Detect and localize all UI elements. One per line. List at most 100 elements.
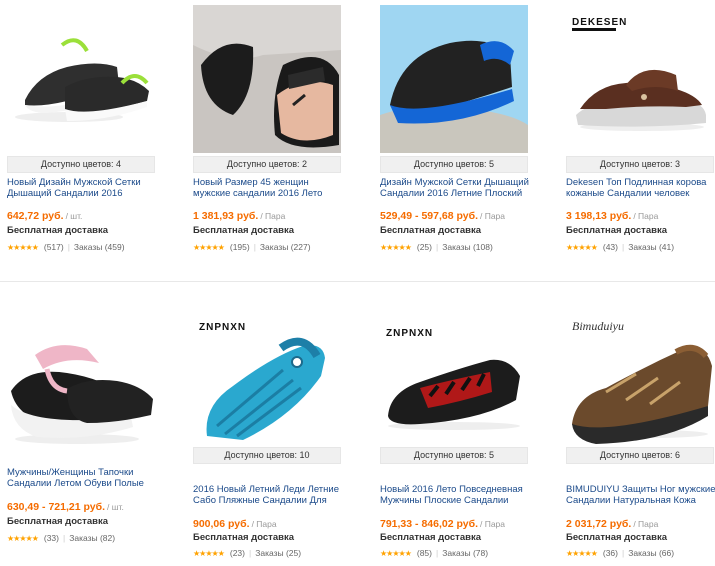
available-colors: Доступно цветов: 6 <box>566 447 714 464</box>
review-count[interactable]: (25) <box>417 242 432 252</box>
rating-line: ★★★★★ (25) | Заказы (108) <box>380 242 493 252</box>
available-colors: Доступно цветов: 4 <box>7 156 155 173</box>
free-shipping: Бесплатная доставка <box>7 225 108 236</box>
product-image[interactable]: ZNPNXN <box>380 296 528 444</box>
product-title-link[interactable]: BIMUDUIYU Защиты Ног мужские Сандалии На… <box>566 484 715 506</box>
product-title-link[interactable]: Новый Дизайн Мужской Сетки Дышащий Санда… <box>7 177 157 199</box>
product-card[interactable]: DEKESEN Доступно цветов: 3 Dekesen Топ П… <box>566 0 715 270</box>
product-title-link[interactable]: Мужчины/Женщины Тапочки Сандалии Летом О… <box>7 467 157 489</box>
rating-line: ★★★★★ (85) | Заказы (78) <box>380 548 489 558</box>
product-image[interactable] <box>7 319 155 467</box>
free-shipping: Бесплатная доставка <box>193 532 294 543</box>
price: 900,06 руб. <box>193 518 250 530</box>
price-unit: / шт. <box>107 502 124 512</box>
product-image[interactable]: DEKESEN <box>566 5 714 153</box>
mesh-clog-icon <box>15 38 149 122</box>
product-card[interactable]: Мужчины/Женщины Тапочки Сандалии Летом О… <box>7 291 187 561</box>
price-line: 3 198,13 руб. / Пара <box>566 210 658 222</box>
rating-line: ★★★★★ (195) | Заказы (227) <box>193 242 311 252</box>
review-count[interactable]: (33) <box>44 533 59 543</box>
available-colors: Доступно цветов: 5 <box>380 447 528 464</box>
price-unit: / Пара <box>633 519 659 529</box>
product-card[interactable]: ZNPNXN Доступно цветов: 10 2016 Новый Ле… <box>193 291 373 561</box>
product-title-link[interactable]: Dekesen Топ Подлинная корова кожаные Сан… <box>566 177 715 199</box>
product-image[interactable] <box>7 5 155 153</box>
product-title-link[interactable]: 2016 Новый Летний Леди Летние Сабо Пляжн… <box>193 484 343 506</box>
order-count[interactable]: Заказы (108) <box>442 242 493 252</box>
product-row: Мужчины/Женщины Тапочки Сандалии Летом О… <box>0 291 715 566</box>
price: 791,33 - 846,02 руб. <box>380 518 478 530</box>
price-unit: / шт. <box>65 211 83 221</box>
price-unit: / Пара <box>633 211 659 221</box>
free-shipping: Бесплатная доставка <box>380 225 481 236</box>
price: 2 031,72 руб. <box>566 518 632 530</box>
free-shipping: Бесплатная доставка <box>380 532 481 543</box>
price-line: 2 031,72 руб. / Пара <box>566 518 658 530</box>
price-unit: / Пара <box>260 211 286 221</box>
star-rating-icon: ★★★★★ <box>7 534 39 543</box>
price-unit: / Пара <box>480 519 506 529</box>
order-count[interactable]: Заказы (25) <box>255 548 301 558</box>
available-colors: Доступно цветов: 10 <box>193 447 341 464</box>
star-rating-icon: ★★★★★ <box>566 243 598 252</box>
rating-line: ★★★★★ (33) | Заказы (82) <box>7 533 116 543</box>
product-card[interactable]: Bimuduiyu Доступно цветов: 6 BIMUDUIYU З… <box>566 291 715 561</box>
price-line: 642,72 руб. / шт. <box>7 210 82 222</box>
product-title-link[interactable]: Новый 2016 Лето Повседневная Мужчины Пло… <box>380 484 530 506</box>
rating-line: ★★★★★ (23) | Заказы (25) <box>193 548 302 558</box>
order-count[interactable]: Заказы (78) <box>442 548 488 558</box>
review-count[interactable]: (23) <box>230 548 245 558</box>
review-count[interactable]: (36) <box>603 548 618 558</box>
review-count[interactable]: (195) <box>230 242 250 252</box>
order-count[interactable]: Заказы (459) <box>74 242 125 252</box>
price-line: 900,06 руб. / Пара <box>193 518 277 530</box>
product-card[interactable]: Доступно цветов: 4 Новый Дизайн Мужской … <box>7 0 187 270</box>
available-colors: Доступно цветов: 2 <box>193 156 341 173</box>
brand-logo: DEKESEN <box>572 17 627 28</box>
price: 3 198,13 руб. <box>566 210 632 222</box>
brand-logo: ZNPNXN <box>199 322 246 333</box>
price-unit: / Пара <box>251 519 277 529</box>
star-rating-icon: ★★★★★ <box>193 243 225 252</box>
product-image[interactable] <box>193 5 341 153</box>
teal-clog-icon: ZNPNXN <box>199 322 325 440</box>
order-count[interactable]: Заказы (82) <box>69 533 115 543</box>
product-image[interactable]: Bimuduiyu <box>566 296 714 444</box>
review-count[interactable]: (517) <box>44 242 64 252</box>
brand-logo: Bimuduiyu <box>572 319 624 333</box>
order-count[interactable]: Заказы (227) <box>260 242 311 252</box>
product-title-link[interactable]: Новый Размер 45 женщин мужские сандалии … <box>193 177 343 199</box>
product-image[interactable]: ZNPNXN <box>193 296 341 444</box>
rating-line: ★★★★★ (517) | Заказы (459) <box>7 242 125 252</box>
price-line: 630,49 - 721,21 руб. / шт. <box>7 501 124 513</box>
rating-line: ★★★★★ (43) | Заказы (41) <box>566 242 675 252</box>
order-count[interactable]: Заказы (41) <box>628 242 674 252</box>
leather-sandal-icon: DEKESEN <box>572 17 706 131</box>
review-count[interactable]: (85) <box>417 548 432 558</box>
free-shipping: Бесплатная доставка <box>193 225 294 236</box>
free-shipping: Бесплатная доставка <box>7 516 108 527</box>
brown-sport-sandal-icon: Bimuduiyu <box>572 319 712 444</box>
product-image[interactable] <box>380 5 528 153</box>
price: 642,72 руб. <box>7 210 64 222</box>
star-rating-icon: ★★★★★ <box>193 549 225 558</box>
product-row: Доступно цветов: 4 Новый Дизайн Мужской … <box>0 0 715 275</box>
rating-line: ★★★★★ (36) | Заказы (66) <box>566 548 675 558</box>
order-count[interactable]: Заказы (66) <box>628 548 674 558</box>
price: 529,49 - 597,68 руб. <box>380 210 478 222</box>
price-line: 529,49 - 597,68 руб. / Пара <box>380 210 505 222</box>
product-title-link[interactable]: Дизайн Мужской Сетки Дышащий Сандалии 20… <box>380 177 530 199</box>
product-card[interactable]: ZNPNXN Доступно цветов: 5 Новый 2016 Лет… <box>380 291 560 561</box>
available-colors: Доступно цветов: 3 <box>566 156 714 173</box>
star-rating-icon: ★★★★★ <box>380 243 412 252</box>
product-card[interactable]: Доступно цветов: 2 Новый Размер 45 женщи… <box>193 0 373 270</box>
brand-logo: ZNPNXN <box>386 328 433 339</box>
pink-clog-icon <box>11 345 153 444</box>
flip-flop-sandal-icon <box>193 5 341 153</box>
free-shipping: Бесплатная доставка <box>566 225 667 236</box>
price-unit: / Пара <box>480 211 506 221</box>
review-count[interactable]: (43) <box>603 242 618 252</box>
available-colors: Доступно цветов: 5 <box>380 156 528 173</box>
row-divider <box>0 281 715 282</box>
product-card[interactable]: Доступно цветов: 5 Дизайн Мужской Сетки … <box>380 0 560 270</box>
